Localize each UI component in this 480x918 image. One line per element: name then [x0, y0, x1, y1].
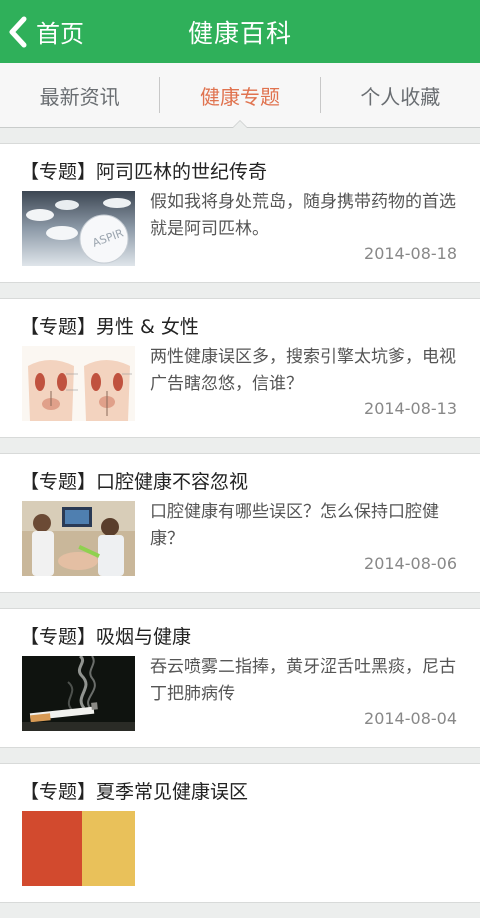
- back-label: 首页: [36, 20, 84, 48]
- list-item[interactable]: 【专题】男性 & 女性 两性健康误区多，搜索引擎太坑爹，电视广告瞎忽悠，信谁？ …: [0, 298, 480, 438]
- article-summary: 两性健康误区多，搜索引擎太坑爹，电视广告瞎忽悠，信谁？: [150, 347, 456, 394]
- dental-clinic-image: [22, 501, 135, 576]
- article-title: 【专题】阿司匹林的世纪传奇: [20, 161, 268, 183]
- tab-label: 个人收藏: [360, 84, 441, 109]
- tab-label: 最新资讯: [39, 84, 120, 109]
- article-date: 2014-08-06: [364, 554, 457, 573]
- tab-health-topics[interactable]: 健康专题: [160, 63, 319, 128]
- article-summary: 假如我将身处荒岛，随身携带药物的首选就是阿司匹林。: [150, 192, 456, 239]
- aspirin-pills-image: ASPIR: [22, 191, 135, 266]
- back-button[interactable]: 首页: [8, 0, 84, 63]
- top-bar: 首页 健康百科: [0, 0, 480, 63]
- article-title: 【专题】口腔健康不容忽视: [20, 471, 249, 493]
- list-item[interactable]: 【专题】吸烟与健康 吞云喷雾二指捧，黄牙涩舌吐黑痰，尼古丁把肺病传 2014-0…: [0, 608, 480, 748]
- summer-image: [22, 811, 135, 886]
- tab-latest-news[interactable]: 最新资讯: [0, 63, 159, 127]
- article-list: 【专题】阿司匹林的世纪传奇 ASPIR 假如我将身处荒岛，随身携带药物的首选就是…: [0, 143, 480, 918]
- tab-bar: 最新资讯 健康专题 个人收藏: [0, 63, 480, 128]
- anatomy-diagram-image: [22, 346, 135, 421]
- active-tab-caret: [231, 120, 248, 128]
- list-item[interactable]: 【专题】阿司匹林的世纪传奇 ASPIR 假如我将身处荒岛，随身携带药物的首选就是…: [0, 143, 480, 283]
- list-item[interactable]: 【专题】口腔健康不容忽视 口腔健康有哪些误区？怎么保持口腔健康？ 2014-08…: [0, 453, 480, 593]
- tab-favorites[interactable]: 个人收藏: [321, 63, 480, 127]
- chevron-left-icon: [8, 16, 28, 48]
- article-title: 【专题】吸烟与健康: [20, 626, 192, 648]
- article-date: 2014-08-18: [364, 244, 457, 263]
- article-title: 【专题】男性 & 女性: [20, 316, 199, 338]
- list-item[interactable]: 【专题】夏季常见健康误区: [0, 763, 480, 903]
- article-date: 2014-08-13: [364, 399, 457, 418]
- article-summary: 吞云喷雾二指捧，黄牙涩舌吐黑痰，尼古丁把肺病传: [150, 657, 456, 704]
- article-date: 2014-08-04: [364, 709, 457, 728]
- article-summary: 口腔健康有哪些误区？怎么保持口腔健康？: [150, 502, 439, 549]
- article-title: 【专题】夏季常见健康误区: [20, 781, 249, 803]
- tab-label: 健康专题: [199, 84, 280, 109]
- cigarette-smoke-image: [22, 656, 135, 731]
